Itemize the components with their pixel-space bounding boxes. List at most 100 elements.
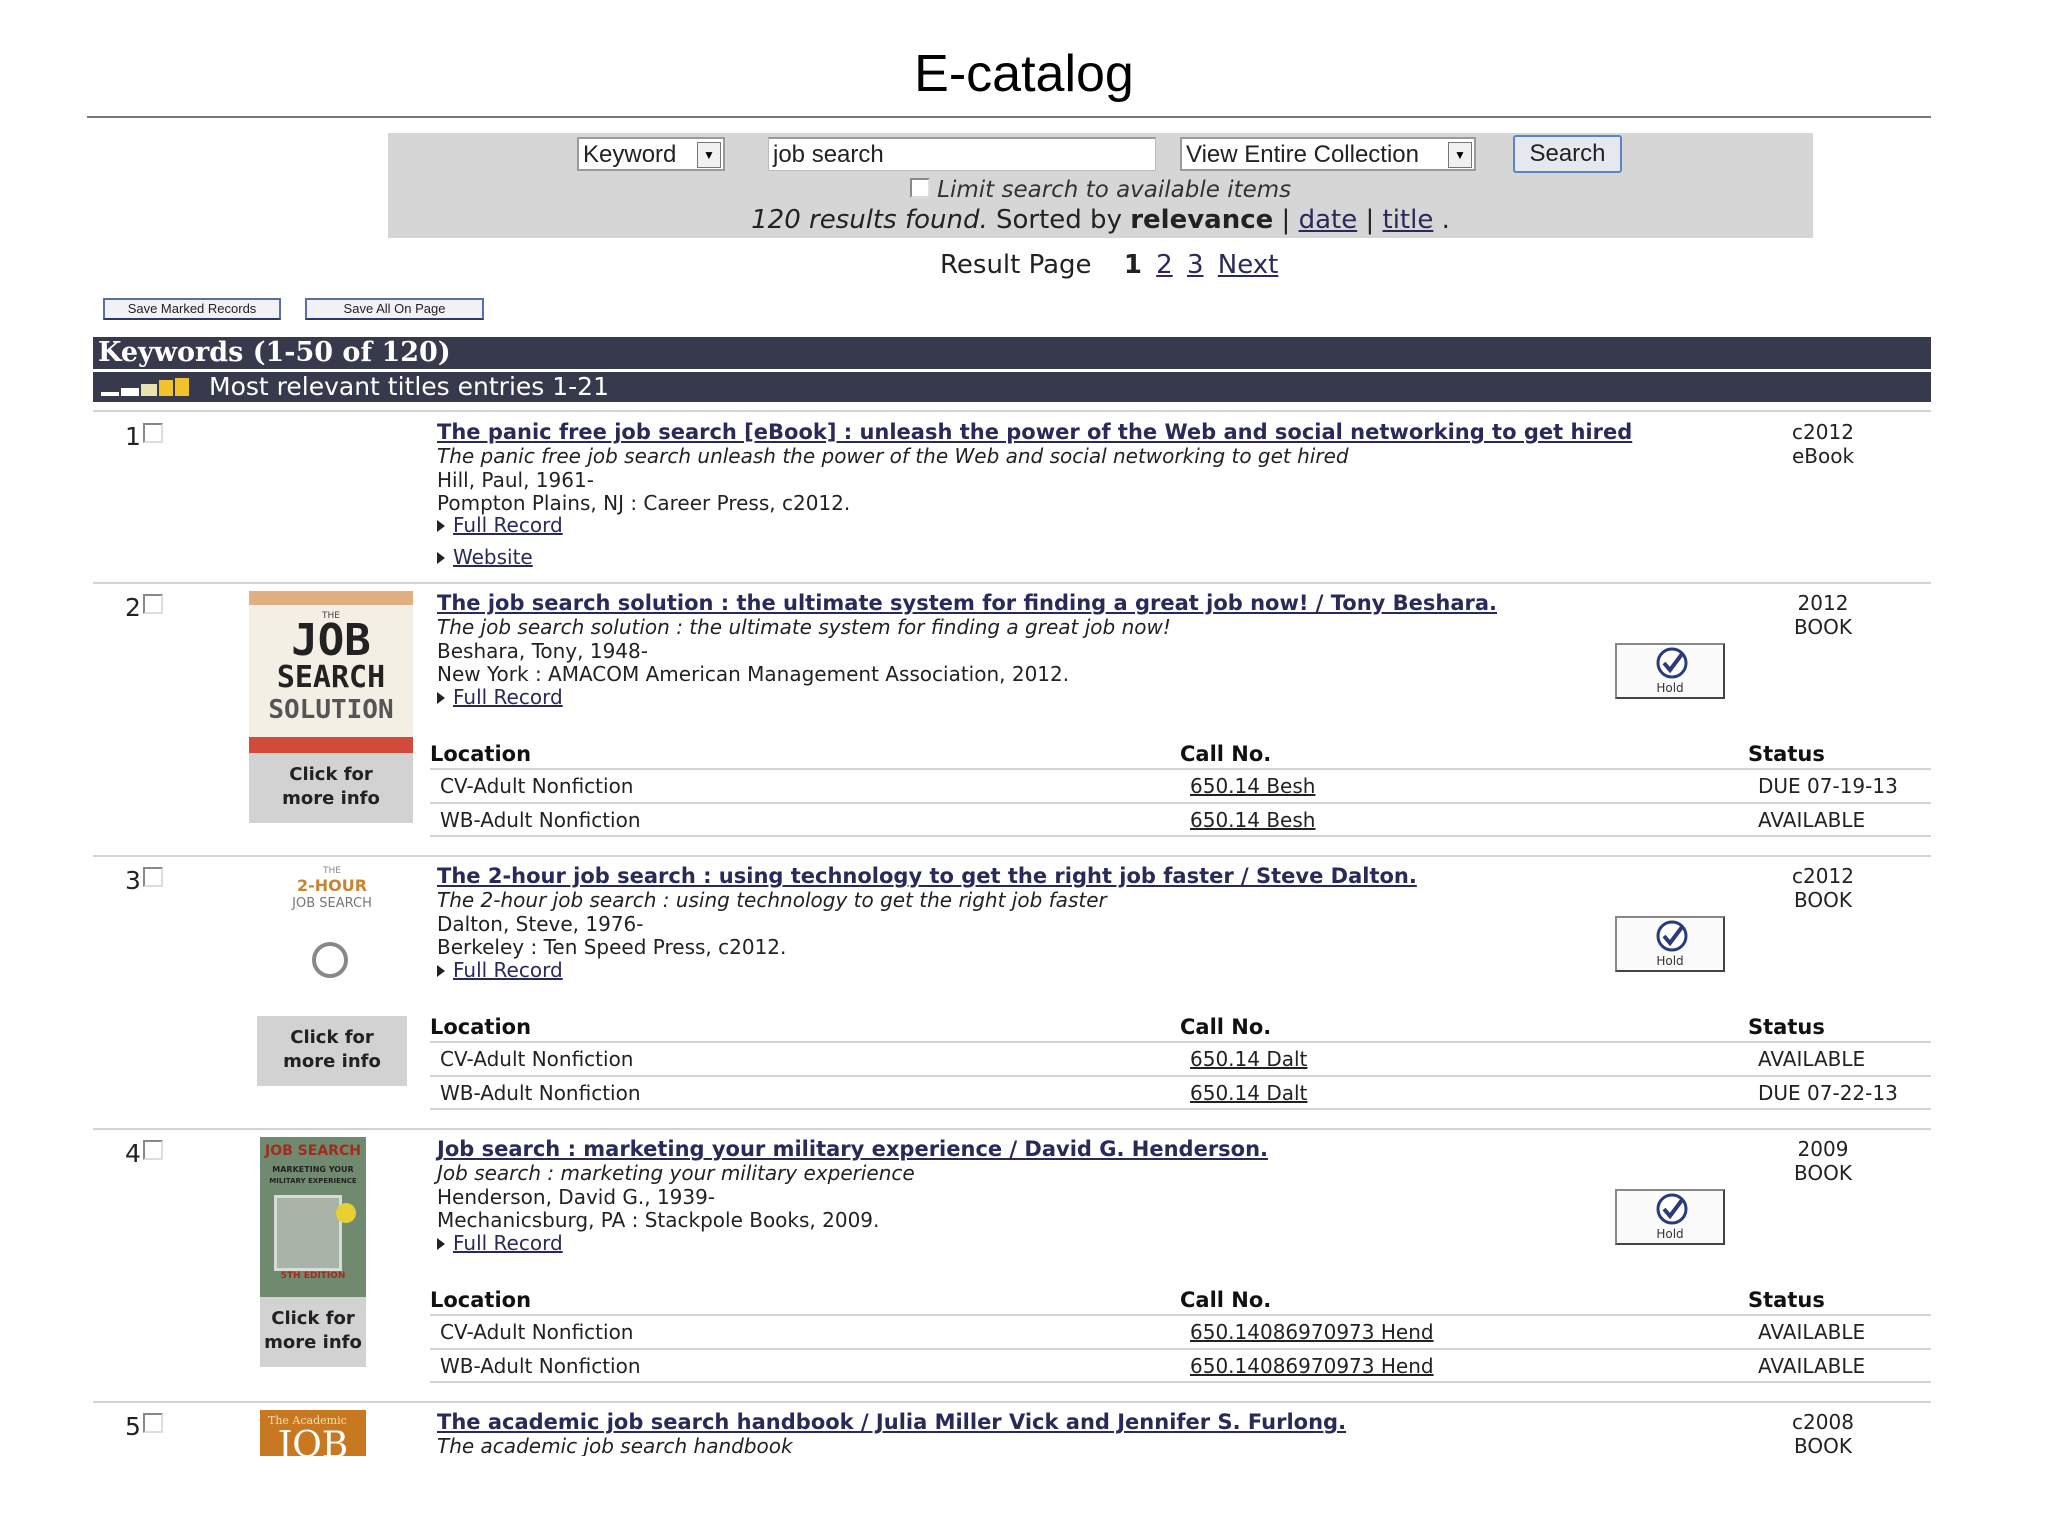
pager-next[interactable]: Next	[1218, 250, 1279, 280]
collection-select[interactable]: View Entire Collection ▼	[1180, 137, 1476, 171]
website-row: Website	[437, 545, 533, 569]
cover-title-line: JOB SEARCH	[292, 896, 372, 911]
hold-button[interactable]: Hold	[1615, 1189, 1725, 1245]
full-record-link[interactable]: Full Record	[453, 1231, 563, 1255]
cover-button-line: more info	[283, 1051, 381, 1072]
record-subtitle: The job search solution : the ultimate s…	[437, 615, 1171, 639]
full-record-link[interactable]: Full Record	[453, 513, 563, 537]
record-subtitle: The 2-hour job search : using technology…	[437, 888, 1107, 912]
triangle-right-icon	[437, 552, 445, 564]
holdings-header-status: Status	[1748, 1015, 1825, 1039]
mark-record-checkbox[interactable]	[142, 1140, 163, 1160]
holding-location: WB-Adult Nonfiction	[440, 808, 641, 832]
divider	[430, 802, 1931, 804]
pager-page-2[interactable]: 2	[1156, 250, 1173, 280]
sort-title-link[interactable]: title	[1383, 205, 1434, 235]
record-date-format: c2012 BOOK	[1773, 864, 1873, 912]
relevance-heading: Most relevant titles entries 1-21	[209, 372, 609, 401]
record-subtitle: The academic job search handbook	[437, 1434, 793, 1456]
pager-page-3[interactable]: 3	[1187, 250, 1204, 280]
record-title-link[interactable]: Job search : marketing your military exp…	[437, 1137, 1268, 1161]
triangle-right-icon	[437, 692, 445, 704]
click-for-more-info-button[interactable]: Click for more info	[257, 1016, 407, 1086]
save-marked-records-button[interactable]: Save Marked Records	[103, 298, 281, 320]
divider	[93, 582, 1931, 584]
hold-button[interactable]: Hold	[1615, 916, 1725, 972]
click-for-more-info-button[interactable]: Click for more info	[260, 1297, 366, 1367]
record-title-link[interactable]: The job search solution : the ultimate s…	[437, 591, 1497, 615]
full-record-link[interactable]: Full Record	[453, 958, 563, 982]
holdings-header-status: Status	[1748, 742, 1825, 766]
book-cover-image[interactable]: The Academic JOB	[260, 1410, 366, 1456]
record-publisher: Mechanicsburg, PA : Stackpole Books, 200…	[437, 1208, 880, 1232]
divider	[93, 1401, 1931, 1403]
divider	[430, 1314, 1931, 1316]
limit-available-row: Limit search to available items	[388, 177, 1813, 203]
hold-label: Hold	[1656, 954, 1684, 968]
full-record-row: Full Record	[437, 958, 563, 982]
limit-available-checkbox[interactable]	[909, 178, 930, 198]
mark-record-checkbox[interactable]	[142, 1413, 163, 1433]
save-all-on-page-button[interactable]: Save All On Page	[305, 298, 484, 320]
click-for-more-info-button[interactable]: Click for more info	[249, 753, 413, 823]
triangle-right-icon	[437, 965, 445, 977]
book-cover-image[interactable]: THE 2-HOUR JOB SEARCH	[257, 864, 407, 1014]
search-type-select[interactable]: Keyword ▼	[577, 137, 725, 171]
record-format: eBook	[1791, 444, 1855, 468]
hold-button[interactable]: Hold	[1615, 643, 1725, 699]
cover-title-line: JOB	[277, 1425, 349, 1457]
holding-status: DUE 07-22-13	[1758, 1081, 1898, 1105]
record-title-link[interactable]: The academic job search handbook / Julia…	[437, 1410, 1346, 1434]
record-title-link[interactable]: The 2-hour job search : using technology…	[437, 864, 1417, 888]
result-record: 3 THE 2-HOUR JOB SEARCH Click for more i…	[93, 864, 1931, 1114]
chevron-down-icon[interactable]: ▼	[697, 142, 721, 168]
holding-call-no-link[interactable]: 650.14086970973 Hend	[1190, 1320, 1434, 1344]
holding-location: CV-Adult Nonfiction	[440, 1320, 634, 1344]
cover-edition: 5TH EDITION	[280, 1271, 346, 1281]
holding-call-no-link[interactable]: 650.14 Dalt	[1190, 1081, 1307, 1105]
holdings-header-call-no: Call No.	[1180, 742, 1272, 766]
holding-call-no-link[interactable]: 650.14 Besh	[1190, 774, 1315, 798]
divider	[430, 1381, 1931, 1383]
website-link[interactable]: Website	[453, 545, 533, 569]
holding-call-no-link[interactable]: 650.14 Besh	[1190, 808, 1315, 832]
cover-title-line: SOLUTION	[268, 695, 394, 725]
stopwatch-icon	[312, 942, 348, 978]
record-format: BOOK	[1794, 1434, 1852, 1456]
record-title-link[interactable]: The panic free job search [eBook] : unle…	[437, 420, 1632, 444]
record-author: Beshara, Tony, 1948-	[437, 639, 648, 663]
cover-button-line: more info	[264, 1332, 362, 1353]
record-date-format: 2009 BOOK	[1773, 1137, 1873, 1185]
divider	[430, 768, 1931, 770]
sort-date-link[interactable]: date	[1299, 205, 1358, 235]
book-cover-image[interactable]: THE JOB SEARCH SOLUTION	[249, 591, 413, 753]
mark-record-checkbox[interactable]	[142, 594, 163, 614]
divider	[430, 1108, 1931, 1110]
search-button[interactable]: Search	[1513, 135, 1622, 173]
hold-check-icon	[1656, 1193, 1688, 1225]
cover-title-line: JOB SEARCH	[265, 1143, 361, 1159]
record-format: BOOK	[1794, 615, 1852, 639]
record-date-format: c2008 BOOK	[1773, 1410, 1873, 1456]
collection-value: View Entire Collection	[1186, 141, 1420, 168]
holdings-header-location: Location	[430, 1288, 532, 1312]
mark-record-checkbox[interactable]	[142, 423, 163, 443]
holding-status: AVAILABLE	[1758, 1354, 1866, 1378]
result-record: 1 The panic free job search [eBook] : un…	[93, 420, 1931, 570]
hold-label: Hold	[1656, 681, 1684, 695]
mark-record-checkbox[interactable]	[142, 867, 163, 887]
holding-call-no-link[interactable]: 650.14086970973 Hend	[1190, 1354, 1434, 1378]
holding-call-no-link[interactable]: 650.14 Dalt	[1190, 1047, 1307, 1071]
divider	[430, 1075, 1931, 1077]
results-heading: Keywords (1-50 of 120)	[93, 337, 1931, 369]
holding-location: WB-Adult Nonfiction	[440, 1354, 641, 1378]
holding-status: AVAILABLE	[1758, 808, 1866, 832]
chevron-down-icon[interactable]: ▼	[1448, 142, 1472, 168]
divider	[93, 855, 1931, 857]
record-date: c2012	[1792, 864, 1854, 888]
holding-location: CV-Adult Nonfiction	[440, 1047, 634, 1071]
full-record-row: Full Record	[437, 1231, 563, 1255]
book-cover-image[interactable]: JOB SEARCH MARKETING YOUR MILITARY EXPER…	[260, 1137, 366, 1297]
full-record-link[interactable]: Full Record	[453, 685, 563, 709]
search-input[interactable]: job search	[768, 137, 1156, 171]
